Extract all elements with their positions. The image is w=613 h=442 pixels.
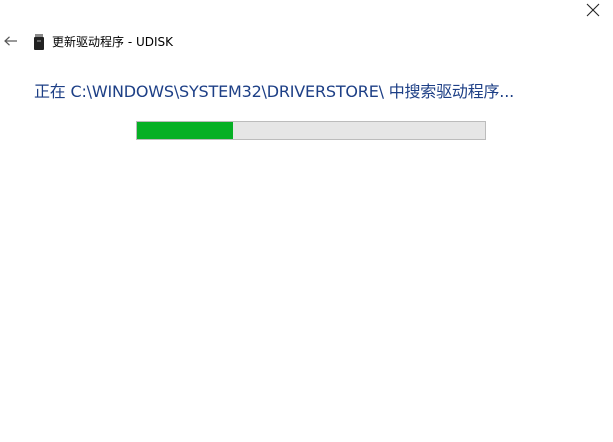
update-driver-window: 更新驱动程序 - UDISK 正在 C:\WINDOWS\SYSTEM32\DR…: [0, 0, 613, 442]
progress-fill: [137, 122, 233, 139]
close-button[interactable]: [578, 0, 608, 20]
usb-drive-icon: [34, 34, 44, 50]
search-status-text: 正在 C:\WINDOWS\SYSTEM32\DRIVERSTORE\ 中搜索驱…: [34, 82, 514, 101]
back-button[interactable]: [0, 30, 22, 52]
window-title: 更新驱动程序 - UDISK: [52, 35, 174, 49]
arrow-left-icon: [4, 36, 17, 46]
search-progress-bar: [136, 121, 486, 140]
close-icon: [586, 3, 600, 17]
